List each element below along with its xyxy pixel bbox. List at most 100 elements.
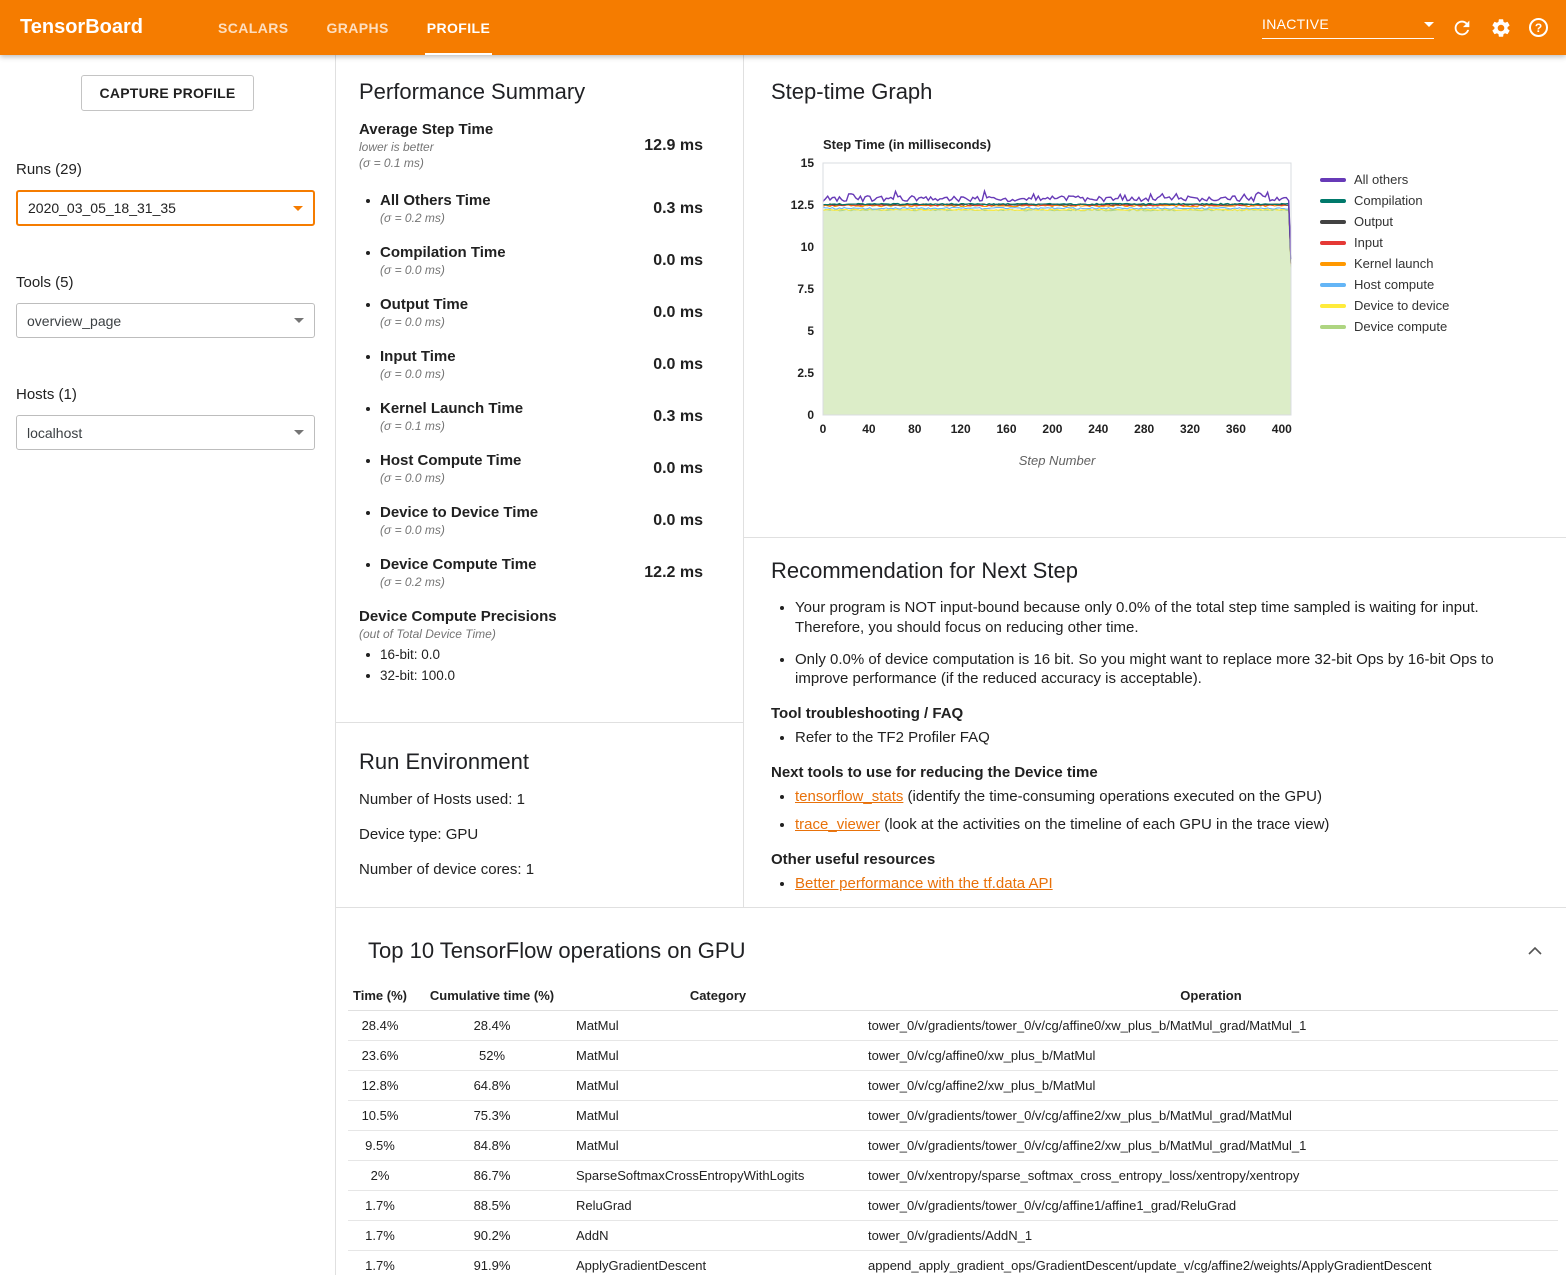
metric-value: 0.3 ms bbox=[653, 200, 703, 218]
table-cell: 12.8% bbox=[348, 1071, 412, 1101]
metric-sigma: (σ = 0.1 ms) bbox=[359, 156, 644, 170]
tools-select[interactable]: overview_page bbox=[16, 303, 315, 338]
refresh-icon[interactable] bbox=[1451, 17, 1473, 39]
runs-select[interactable]: 2020_03_05_18_31_35 bbox=[16, 190, 315, 226]
legend-swatch-icon bbox=[1320, 304, 1346, 308]
table-cell: 1.7% bbox=[348, 1221, 412, 1251]
top-ops-section: Top 10 TensorFlow operations on GPU Time… bbox=[336, 907, 1566, 1275]
table-row: 2%86.7%SparseSoftmaxCrossEntropyWithLogi… bbox=[348, 1161, 1558, 1191]
table-cell: AddN bbox=[572, 1221, 864, 1251]
metric-value: 0.0 ms bbox=[653, 252, 703, 270]
table-cell: 84.8% bbox=[412, 1131, 572, 1161]
metric-name: Output Time bbox=[380, 296, 653, 313]
trace-viewer-link[interactable]: trace_viewer bbox=[795, 816, 880, 833]
metric-sigma: (σ = 0.0 ms) bbox=[380, 523, 653, 537]
column-header: Category bbox=[572, 980, 864, 1011]
capture-profile-button[interactable]: CAPTURE PROFILE bbox=[81, 75, 255, 111]
bullet-dot bbox=[366, 407, 370, 411]
metric-sigma: (σ = 0.0 ms) bbox=[380, 263, 653, 277]
runenv-line: Number of device cores: 1 bbox=[359, 861, 713, 878]
table-cell: 1.7% bbox=[348, 1191, 412, 1221]
tensorflow-stats-link[interactable]: tensorflow_stats bbox=[795, 788, 903, 805]
table-row: 10.5%75.3%MatMultower_0/v/gradients/towe… bbox=[348, 1101, 1558, 1131]
status-dropdown[interactable]: INACTIVE bbox=[1262, 16, 1434, 39]
metric-note: lower is better bbox=[359, 140, 644, 154]
metric-value: 0.0 ms bbox=[653, 304, 703, 322]
svg-text:160: 160 bbox=[997, 422, 1017, 436]
metric-row: Output Time (σ = 0.0 ms)0.0 ms bbox=[359, 296, 703, 329]
runs-label: Runs (29) bbox=[16, 161, 319, 178]
legend-item: Output bbox=[1320, 211, 1449, 232]
bullet-dot bbox=[366, 459, 370, 463]
metric-row: Kernel Launch Time(σ = 0.1 ms)0.3 ms bbox=[359, 400, 703, 433]
precision-item: 16-bit: 0.0 bbox=[359, 647, 703, 662]
tab-graphs[interactable]: GRAPHS bbox=[312, 0, 402, 55]
tfdata-performance-link[interactable]: Better performance with the tf.data API bbox=[795, 875, 1053, 892]
table-cell: 23.6% bbox=[348, 1041, 412, 1071]
chevron-down-icon bbox=[293, 206, 303, 211]
table-cell: MatMul bbox=[572, 1011, 864, 1041]
tab-scalars[interactable]: SCALARS bbox=[204, 0, 302, 55]
legend-item: Compilation bbox=[1320, 190, 1449, 211]
recommendation-section: Recommendation for Next Step Your progra… bbox=[744, 538, 1566, 907]
table-row: 1.7%88.5%ReluGradtower_0/v/gradients/tow… bbox=[348, 1191, 1558, 1221]
table-cell: MatMul bbox=[572, 1041, 864, 1071]
bullet-dot bbox=[366, 511, 370, 515]
metric-name: Device to Device Time bbox=[380, 504, 653, 521]
precisions-title: Device Compute Precisions bbox=[359, 608, 703, 625]
tab-profile[interactable]: PROFILE bbox=[413, 0, 504, 55]
table-cell: 86.7% bbox=[412, 1161, 572, 1191]
step-time-graph-title: Step-time Graph bbox=[771, 79, 1566, 105]
column-header: Time (%) bbox=[348, 980, 412, 1011]
status-value: INACTIVE bbox=[1262, 16, 1329, 32]
table-cell: 91.9% bbox=[412, 1251, 572, 1275]
precision-value: 32-bit: 100.0 bbox=[380, 668, 455, 683]
table-header-row: Time (%) Cumulative time (%) Category Op… bbox=[348, 980, 1558, 1011]
legend-swatch-icon bbox=[1320, 283, 1346, 287]
legend-swatch-icon bbox=[1320, 262, 1346, 266]
step-time-chart: Step Time (in milliseconds)02.557.51012.… bbox=[771, 133, 1306, 485]
table-cell: tower_0/v/gradients/tower_0/v/cg/affine2… bbox=[864, 1131, 1558, 1161]
collapse-icon[interactable] bbox=[1528, 947, 1542, 955]
chart-legend: All othersCompilationOutputInputKernel l… bbox=[1320, 169, 1449, 485]
metric-row: Input Time(σ = 0.0 ms)0.0 ms bbox=[359, 348, 703, 381]
table-row: 23.6%52%MatMultower_0/v/cg/affine0/xw_pl… bbox=[348, 1041, 1558, 1071]
recommendation-bullet: Only 0.0% of device computation is 16 bi… bbox=[795, 650, 1511, 690]
table-row: 12.8%64.8%MatMultower_0/v/cg/affine2/xw_… bbox=[348, 1071, 1558, 1101]
legend-item: All others bbox=[1320, 169, 1449, 190]
metric-name: Device Compute Time bbox=[380, 556, 644, 573]
svg-text:Step Number: Step Number bbox=[1019, 453, 1096, 468]
recommendation-title: Recommendation for Next Step bbox=[771, 558, 1511, 584]
legend-item: Input bbox=[1320, 232, 1449, 253]
runenv-line: Device type: GPU bbox=[359, 826, 713, 843]
settings-icon[interactable] bbox=[1490, 17, 1512, 39]
legend-label: Compilation bbox=[1354, 193, 1423, 208]
metric-row: Device Compute Time(σ = 0.2 ms)12.2 ms bbox=[359, 556, 703, 589]
svg-text:5: 5 bbox=[807, 324, 814, 338]
metric-value: 0.3 ms bbox=[653, 408, 703, 426]
hosts-select[interactable]: localhost bbox=[16, 415, 315, 450]
table-cell: tower_0/v/gradients/tower_0/v/cg/affine0… bbox=[864, 1011, 1558, 1041]
top-ops-table: Time (%) Cumulative time (%) Category Op… bbox=[348, 980, 1558, 1275]
table-cell: 10.5% bbox=[348, 1101, 412, 1131]
runs-value: 2020_03_05_18_31_35 bbox=[28, 200, 176, 216]
legend-swatch-icon bbox=[1320, 199, 1346, 203]
header-actions: INACTIVE ? bbox=[1262, 16, 1548, 39]
table-cell: tower_0/v/cg/affine2/xw_plus_b/MatMul bbox=[864, 1071, 1558, 1101]
svg-text:10: 10 bbox=[801, 240, 815, 254]
svg-text:2.5: 2.5 bbox=[797, 366, 814, 380]
svg-text:40: 40 bbox=[862, 422, 876, 436]
svg-text:280: 280 bbox=[1134, 422, 1154, 436]
tool-link-desc: (identify the time-consuming operations … bbox=[903, 788, 1322, 805]
legend-label: Device to device bbox=[1354, 298, 1449, 313]
metric-sigma: (σ = 0.0 ms) bbox=[380, 315, 653, 329]
svg-text:120: 120 bbox=[951, 422, 971, 436]
legend-swatch-icon bbox=[1320, 325, 1346, 329]
main-content: Performance Summary Average Step Time lo… bbox=[335, 55, 1566, 1275]
bullet-dot bbox=[366, 251, 370, 255]
table-cell: 88.5% bbox=[412, 1191, 572, 1221]
table-cell: MatMul bbox=[572, 1131, 864, 1161]
header-tabs: SCALARSGRAPHSPROFILE bbox=[199, 0, 509, 55]
metric-sigma: (σ = 0.2 ms) bbox=[380, 575, 644, 589]
help-icon[interactable]: ? bbox=[1529, 18, 1548, 37]
